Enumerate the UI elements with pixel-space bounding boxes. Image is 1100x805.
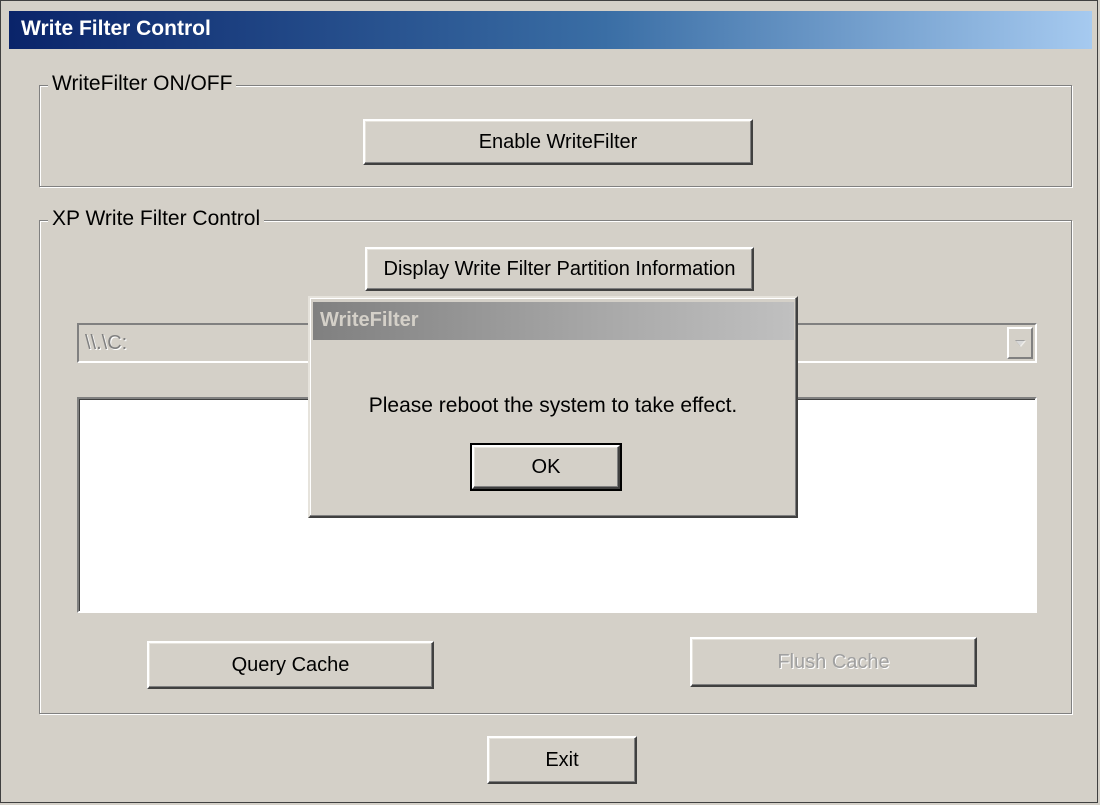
partition-select-value: \\.\C: — [85, 332, 128, 354]
window-titlebar[interactable]: Write Filter Control — [9, 11, 1092, 49]
dialog-titlebar[interactable]: WriteFilter — [313, 302, 794, 340]
xp-write-filter-control-label: XP Write Filter Control — [48, 207, 265, 231]
query-cache-button[interactable]: Query Cache — [147, 641, 434, 689]
writefilter-dialog: WriteFilter Please reboot the system to … — [308, 296, 798, 518]
dropdown-arrow-button[interactable] — [1007, 327, 1033, 359]
dialog-title: WriteFilter — [320, 309, 419, 331]
ok-button[interactable]: OK — [470, 443, 622, 491]
dialog-message: Please reboot the system to take effect. — [368, 394, 738, 417]
flush-cache-button[interactable]: Flush Cache — [690, 637, 977, 687]
enable-writefilter-button[interactable]: Enable WriteFilter — [363, 119, 753, 165]
display-partition-info-button[interactable]: Display Write Filter Partition Informati… — [365, 247, 754, 291]
chevron-down-icon — [1015, 340, 1026, 347]
writefilter-onoff-label: WriteFilter ON/OFF — [48, 72, 237, 96]
main-window: Write Filter Control WriteFilter ON/OFF … — [0, 0, 1098, 803]
exit-button[interactable]: Exit — [487, 736, 637, 784]
window-title: Write Filter Control — [21, 17, 211, 40]
